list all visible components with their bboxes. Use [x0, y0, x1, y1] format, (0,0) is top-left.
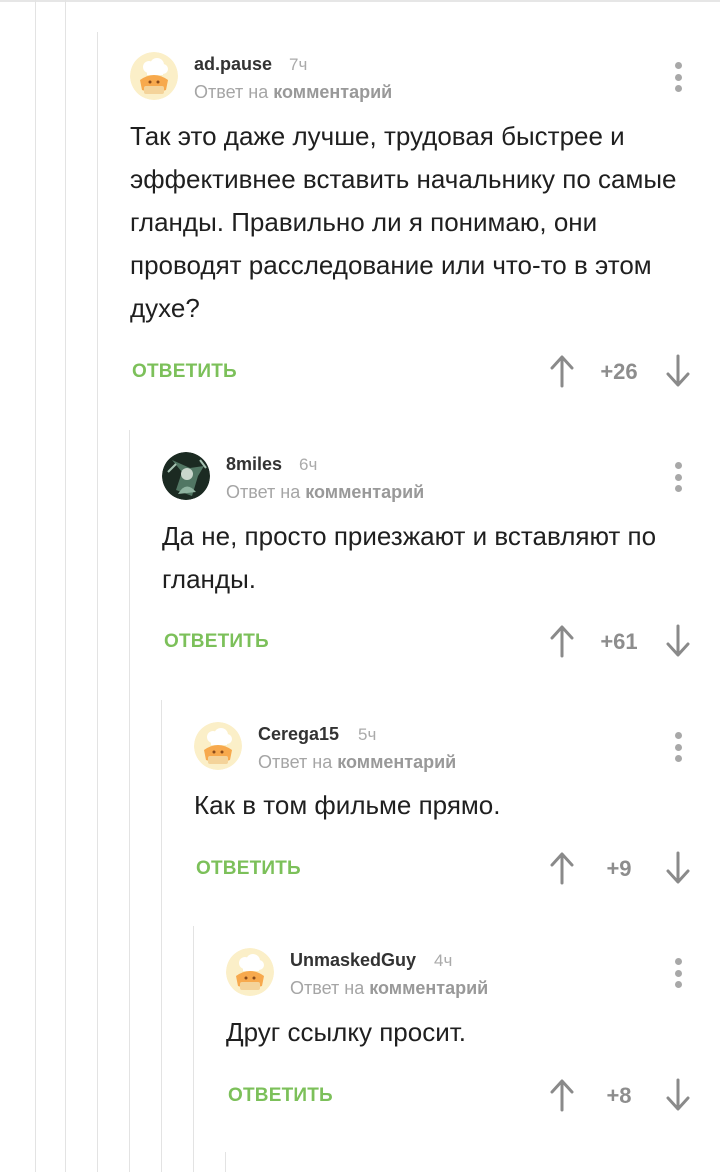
timestamp: 4ч: [434, 951, 453, 970]
timestamp: 5ч: [358, 725, 377, 744]
reply-to-link[interactable]: комментарий: [337, 752, 456, 772]
avatar[interactable]: [162, 452, 210, 500]
vote-score: +26: [600, 359, 638, 384]
avatar[interactable]: [194, 722, 242, 770]
reply-button[interactable]: ОТВЕТИТЬ: [164, 631, 269, 653]
timestamp: 6ч: [299, 455, 318, 474]
arrow-down-icon[interactable]: [664, 1078, 692, 1112]
chef-cupcake-avatar: [194, 722, 242, 770]
username[interactable]: ad.pause: [194, 54, 272, 75]
username[interactable]: UnmaskedGuy: [290, 950, 416, 971]
thread-line: [35, 0, 36, 1172]
reply-to-link[interactable]: комментарий: [273, 82, 392, 102]
comment-text: Так это даже лучше, трудовая быстрее и э…: [130, 121, 677, 323]
reply-to-link[interactable]: комментарий: [369, 978, 488, 998]
reply-to-line: Ответ на комментарий: [290, 978, 488, 999]
chef-cupcake-avatar: [226, 948, 274, 996]
thread-line: [225, 1152, 226, 1172]
thread-line: [65, 0, 66, 1172]
vote-score: +61: [600, 629, 638, 654]
comment-text: Да не, просто приезжают и вставляют по г…: [162, 521, 657, 594]
reply-to-prefix: Ответ на: [226, 482, 301, 502]
thread-line: [193, 926, 194, 1172]
vote-score: +8: [606, 1083, 632, 1108]
reply-to-line: Ответ на комментарий: [258, 752, 456, 773]
more-vertical-icon[interactable]: [668, 60, 688, 94]
reply-button[interactable]: ОТВЕТИТЬ: [196, 858, 301, 880]
username[interactable]: Cerega15: [258, 724, 339, 745]
top-divider: [0, 0, 720, 2]
dark-photo-avatar: [162, 452, 210, 500]
reply-to-link[interactable]: комментарий: [305, 482, 424, 502]
arrow-up-icon[interactable]: [548, 624, 576, 658]
reply-to-prefix: Ответ на: [290, 978, 365, 998]
reply-button[interactable]: ОТВЕТИТЬ: [228, 1085, 333, 1107]
arrow-down-icon[interactable]: [664, 354, 692, 388]
reply-to-line: Ответ на комментарий: [194, 82, 392, 103]
thread-line: [97, 32, 98, 1172]
comment-text: Как в том фильме прямо.: [194, 790, 501, 820]
arrow-up-icon[interactable]: [548, 1078, 576, 1112]
avatar[interactable]: [130, 52, 178, 100]
reply-to-prefix: Ответ на: [258, 752, 333, 772]
reply-button[interactable]: ОТВЕТИТЬ: [132, 361, 237, 383]
reply-to-prefix: Ответ на: [194, 82, 269, 102]
arrow-up-icon[interactable]: [548, 354, 576, 388]
reply-to-line: Ответ на комментарий: [226, 482, 424, 503]
comment-text: Друг ссылку просит.: [226, 1017, 467, 1047]
arrow-down-icon[interactable]: [664, 624, 692, 658]
thread-line: [129, 430, 130, 1172]
arrow-down-icon[interactable]: [664, 851, 692, 885]
avatar[interactable]: [226, 948, 274, 996]
thread-line: [161, 700, 162, 1172]
more-vertical-icon[interactable]: [668, 460, 688, 494]
timestamp: 7ч: [289, 55, 308, 74]
vote-score: +9: [606, 856, 632, 881]
more-vertical-icon[interactable]: [668, 730, 688, 764]
more-vertical-icon[interactable]: [668, 956, 688, 990]
arrow-up-icon[interactable]: [548, 851, 576, 885]
chef-cupcake-avatar: [130, 52, 178, 100]
username[interactable]: 8miles: [226, 454, 282, 475]
